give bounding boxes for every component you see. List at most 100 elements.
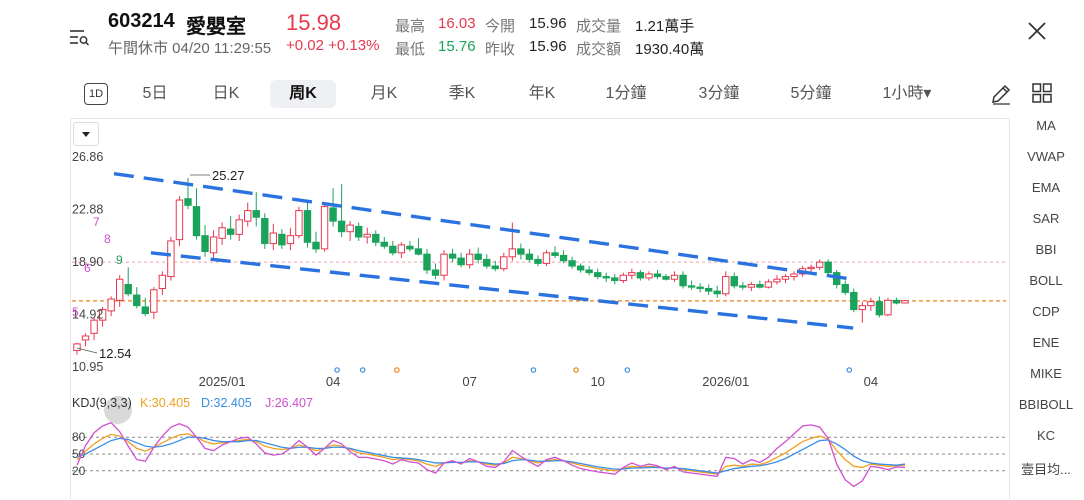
indicator-bbi[interactable]: BBI [1012,242,1080,257]
x-tick-label: 10 [590,374,604,389]
indicator-ma[interactable]: MA [1012,118,1080,133]
close-icon[interactable] [1026,20,1048,42]
indicator-ema[interactable]: EMA [1012,180,1080,195]
candle-body [73,343,81,352]
candle-body [628,272,636,276]
candle-body [815,261,824,268]
candle-body [884,299,892,316]
candle-body [739,285,747,288]
candle-body [764,281,773,288]
candle-body [756,284,764,288]
candle-body [278,233,286,246]
candle-body [687,285,696,288]
event-marker[interactable] [530,367,537,373]
candle-body [150,289,158,313]
event-marker[interactable] [359,367,366,373]
candle-body [525,253,534,260]
event-marker[interactable] [846,367,853,373]
candle-body [850,291,858,311]
indicator-cdp[interactable]: CDP [1012,304,1080,319]
candle-body [901,300,909,304]
candle-body [380,241,388,247]
candle-body [619,274,628,282]
candle-body [576,265,585,271]
candle-body [517,248,525,255]
candle-body [158,274,167,289]
candle-body [611,277,619,282]
candle-body [704,287,713,292]
kdj-j-line [76,421,906,488]
candle-body [653,273,662,278]
event-marker[interactable] [394,367,400,373]
candle-body [354,225,363,238]
indicator-ichimoku[interactable]: 壹目均... [1012,459,1080,478]
candle-body [645,273,653,279]
kdj-tick-label: 20 [72,464,86,478]
sequence-label: 7 [93,215,100,229]
candle-body [867,301,875,307]
candle-body [807,266,815,270]
candle-body [448,253,457,259]
candle-body [209,236,218,254]
kdj-tick-label: 80 [72,430,86,444]
candle-body [372,233,380,243]
candle-body [747,284,756,288]
candle-body [722,276,730,295]
candle-body [679,274,687,287]
candle-body [269,232,278,245]
candle-body [875,301,884,316]
candle-body [483,258,491,267]
indicator-sar[interactable]: SAR [1012,211,1080,226]
candle-body [133,294,141,307]
candle-body [252,210,260,218]
candle-body [244,210,252,222]
candle-body [790,273,798,278]
candle-body [602,276,610,279]
indicator-kc[interactable]: KC [1012,428,1080,443]
candle-body [465,253,474,266]
candle-body [892,299,901,304]
indicator-vwap[interactable]: VWAP [1012,149,1080,164]
candle-body [363,233,371,238]
candle-body [500,256,508,270]
candle-body [167,240,175,278]
x-tick-label: 04 [326,374,340,389]
y-tick-label: 26.86 [72,150,103,164]
candle-body [559,254,568,262]
candle-body [312,241,320,250]
x-tick-label: 2026/01 [702,374,749,389]
candle-body [406,245,414,250]
candle-body [90,319,98,334]
candle-body [858,305,867,311]
candle-body [457,257,465,266]
indicator-boll[interactable]: BOLL [1012,273,1080,288]
indicator-mike[interactable]: MIKE [1012,366,1080,381]
candle-body [320,206,329,250]
candle-body [542,252,551,264]
candle-body [124,284,132,295]
kdj-d-value: D:32.405 [201,396,252,410]
candle-body [235,219,243,235]
candle-body [551,252,559,256]
indicator-bbiboll[interactable]: BBIBOLL [1012,397,1080,412]
candle-body [397,244,406,254]
candle-body [286,235,295,245]
candle-body [824,261,832,274]
candle-body [662,276,670,280]
sequence-label: 9 [116,253,123,267]
candle-body [226,228,235,235]
indicator-ene[interactable]: ENE [1012,335,1080,350]
candle-body [337,220,346,233]
candle-body [346,224,354,233]
candle-body [440,253,448,276]
candle-body [175,199,184,241]
layout-grid-icon[interactable] [1032,83,1052,103]
candle-body [670,274,679,280]
event-marker[interactable] [334,367,340,373]
event-marker[interactable] [624,367,631,373]
event-marker[interactable] [573,367,579,373]
candle-body [329,207,337,222]
candle-body [303,210,312,243]
candle-body [713,290,721,295]
candlestick-chart[interactable]: 26.8622.8818.9014.9210.95 2025/01 04 07 10 2… [0,0,1010,500]
